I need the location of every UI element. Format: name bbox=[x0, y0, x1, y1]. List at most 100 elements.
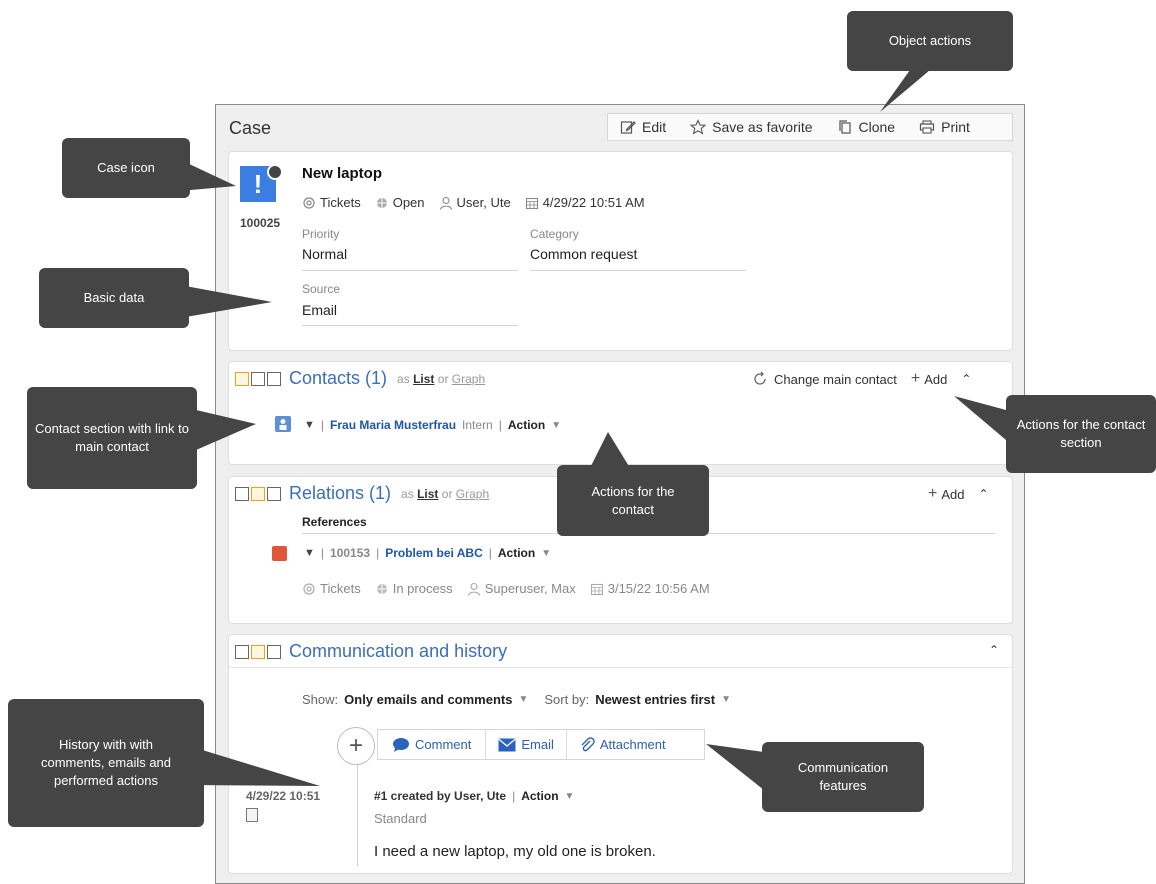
edit-button[interactable]: Edit bbox=[608, 119, 678, 135]
layout-toggle-icons[interactable] bbox=[235, 486, 281, 501]
status-icon bbox=[375, 196, 388, 209]
divider: | bbox=[320, 418, 325, 432]
relation-row: ▼ | 100153 | Problem bei ABC | Action ▼ bbox=[304, 546, 551, 560]
user-icon bbox=[439, 196, 452, 210]
edit-icon bbox=[620, 121, 636, 134]
priority-underline bbox=[302, 270, 518, 271]
meta-status-label: Open bbox=[392, 195, 425, 210]
print-icon bbox=[920, 120, 935, 134]
source-value[interactable]: Email bbox=[302, 302, 337, 318]
collapse-chevron-icon[interactable]: ⌃ bbox=[961, 372, 971, 386]
callout-contact-actions: Actions for the contact bbox=[557, 465, 709, 536]
layout-toggle-icons[interactable] bbox=[235, 644, 281, 659]
relation-name-link[interactable]: Problem bei ABC bbox=[385, 546, 483, 560]
entry-header-text: #1 created by User, Ute bbox=[374, 789, 507, 803]
or-text: or bbox=[437, 371, 449, 386]
case-name: New laptop bbox=[302, 165, 383, 182]
category-value[interactable]: Common request bbox=[530, 246, 637, 262]
add-contact-button[interactable]: + Add bbox=[911, 370, 947, 388]
relation-meta-status: In process bbox=[375, 581, 453, 596]
communication-title: Communication and history bbox=[289, 641, 508, 661]
case-badge-icon bbox=[267, 164, 283, 180]
email-button[interactable]: Email bbox=[486, 730, 567, 759]
category-underline bbox=[530, 270, 746, 271]
relation-meta-owner: Superuser, Max bbox=[467, 581, 576, 596]
expand-chevron-icon[interactable]: ▼ bbox=[304, 547, 315, 559]
graph-view-link[interactable]: Graph bbox=[456, 487, 489, 501]
contact-tag: Intern bbox=[462, 418, 493, 432]
change-main-contact-button[interactable]: Change main contact bbox=[752, 371, 897, 387]
callout-contact-section-actions: Actions for the contact section bbox=[1006, 395, 1156, 473]
change-main-contact-label: Change main contact bbox=[774, 371, 897, 387]
list-view-link[interactable]: List bbox=[413, 372, 434, 386]
list-view-link[interactable]: List bbox=[417, 487, 438, 501]
contact-person-icon[interactable] bbox=[275, 416, 291, 432]
callout-contact-section: Contact section with link to main contac… bbox=[27, 387, 197, 489]
meta-owner: User, Ute bbox=[439, 195, 511, 210]
dropdown-caret-icon: ▼ bbox=[551, 419, 562, 431]
case-number: 100025 bbox=[240, 216, 281, 230]
divider: | bbox=[320, 546, 325, 560]
relations-header: Relations (1) as List or Graph bbox=[235, 483, 489, 504]
divider: | bbox=[498, 418, 502, 432]
add-contact-label: Add bbox=[924, 371, 948, 387]
plus-icon: + bbox=[928, 485, 938, 502]
category-label: Category bbox=[530, 227, 579, 241]
user-icon bbox=[467, 582, 480, 596]
calendar-icon bbox=[525, 197, 538, 209]
sort-dropdown[interactable]: Newest entries first bbox=[595, 692, 715, 707]
relation-meta-date: 3/15/22 10:56 AM bbox=[590, 581, 710, 596]
divider: | bbox=[376, 546, 380, 560]
contact-action-menu[interactable]: Action bbox=[508, 418, 545, 432]
add-relation-label: Add bbox=[941, 486, 965, 502]
favorite-label: Save as favorite bbox=[712, 119, 813, 135]
collapse-chevron-icon[interactable]: ⌃ bbox=[989, 643, 999, 657]
meta-owner-label: User, Ute bbox=[456, 195, 511, 210]
entry-type: Standard bbox=[374, 811, 427, 826]
show-label: Show: bbox=[302, 692, 339, 707]
note-icon bbox=[246, 808, 258, 822]
window-title: Case bbox=[229, 118, 272, 138]
divider: | bbox=[512, 789, 516, 803]
new-entry-plus-icon[interactable]: + bbox=[337, 727, 375, 765]
clone-icon bbox=[838, 120, 851, 134]
priority-label: Priority bbox=[302, 227, 340, 241]
sort-label: Sort by: bbox=[544, 692, 590, 707]
entry-action-menu[interactable]: Action bbox=[521, 789, 558, 803]
dropdown-caret-icon: ▼ bbox=[518, 694, 529, 705]
relation-meta-type: Tickets bbox=[302, 581, 361, 596]
callout-object-actions: Object actions bbox=[847, 11, 1013, 71]
email-label: Email bbox=[521, 737, 554, 752]
print-button[interactable]: Print bbox=[907, 119, 982, 135]
relation-action-menu[interactable]: Action bbox=[498, 546, 535, 560]
clone-button[interactable]: Clone bbox=[825, 119, 908, 135]
star-icon bbox=[690, 119, 707, 135]
layout-toggle-icons[interactable] bbox=[235, 371, 281, 386]
meta-type: Tickets bbox=[302, 195, 361, 210]
contacts-title: Contacts (1) bbox=[289, 368, 388, 388]
save-favorite-button[interactable]: Save as favorite bbox=[678, 119, 824, 135]
entry-text: I need a new laptop, my old one is broke… bbox=[374, 843, 656, 860]
relation-ticket-icon[interactable] bbox=[272, 546, 287, 561]
status-icon bbox=[375, 582, 388, 595]
attachment-button[interactable]: Attachment bbox=[567, 730, 678, 759]
contacts-view-switch: as List or Graph bbox=[397, 372, 485, 386]
expand-chevron-icon[interactable]: ▼ bbox=[304, 419, 315, 431]
priority-value[interactable]: Normal bbox=[302, 246, 347, 262]
plus-icon: + bbox=[910, 370, 921, 387]
relation-date-label: 3/15/22 10:56 AM bbox=[607, 581, 710, 596]
relation-owner-label: Superuser, Max bbox=[484, 581, 576, 596]
add-relation-button[interactable]: + Add bbox=[928, 485, 964, 503]
print-label: Print bbox=[941, 119, 970, 135]
relation-meta-row: Tickets In process Superuser, Max 3/15/2… bbox=[302, 581, 724, 596]
graph-view-link[interactable]: Graph bbox=[452, 372, 485, 386]
contact-name-link[interactable]: Frau Maria Musterfrau bbox=[330, 418, 456, 432]
divider: | bbox=[488, 546, 492, 560]
comment-label: Comment bbox=[415, 737, 472, 752]
show-filter-dropdown[interactable]: Only emails and comments bbox=[344, 692, 512, 707]
references-group-label: References bbox=[302, 515, 367, 529]
comment-icon bbox=[393, 737, 409, 752]
callout-communication-features: Communication features bbox=[762, 742, 924, 812]
collapse-chevron-icon[interactable]: ⌃ bbox=[978, 487, 988, 501]
comment-button[interactable]: Comment bbox=[378, 730, 487, 759]
